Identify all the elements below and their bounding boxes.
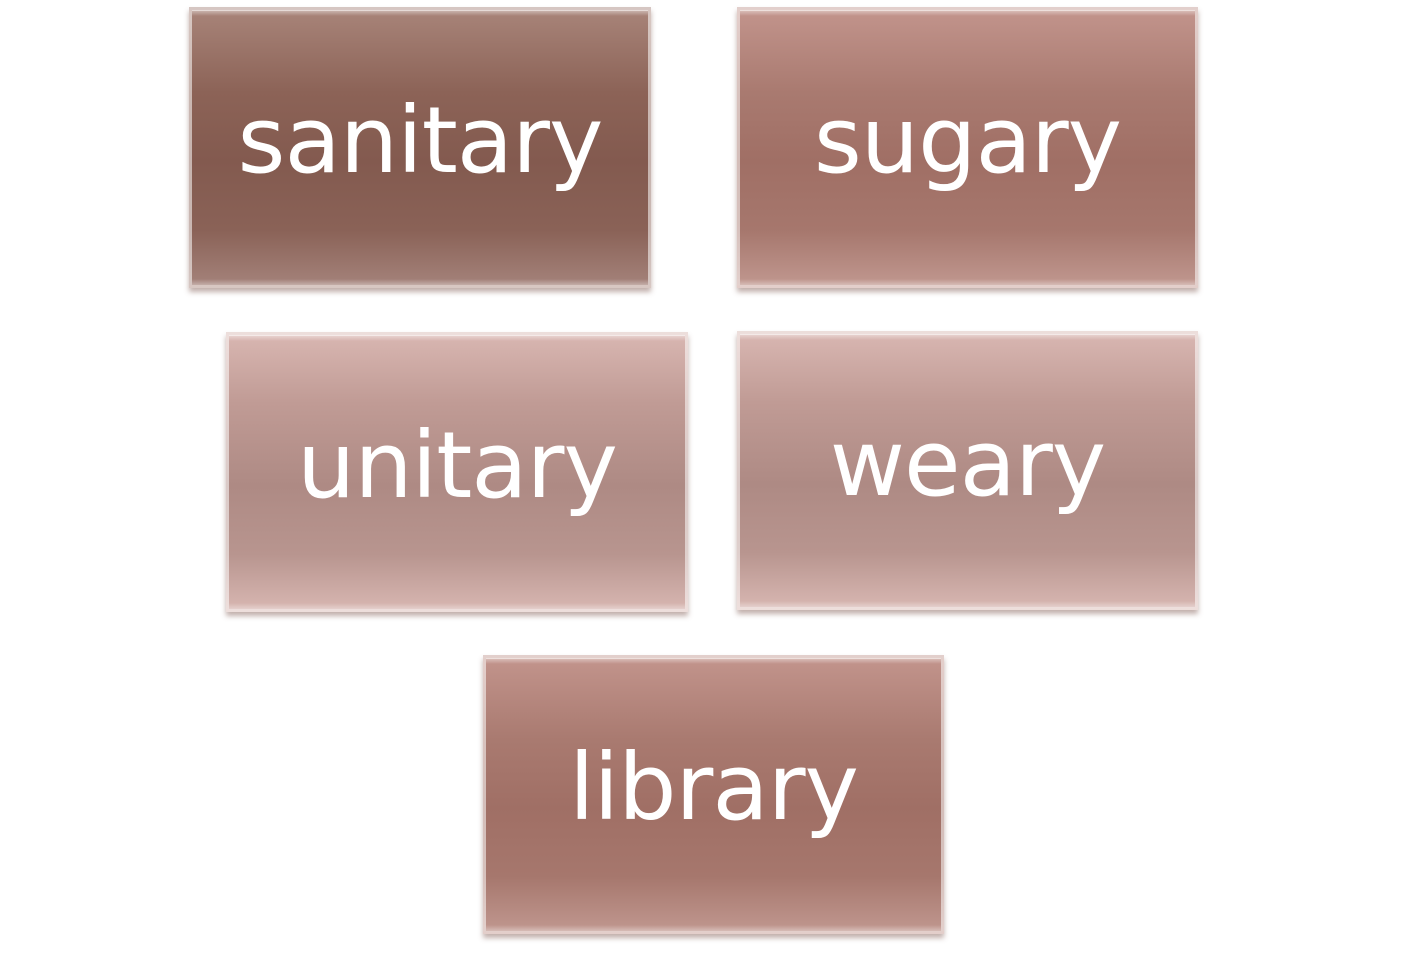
word-tile-sugary: sugary: [737, 7, 1198, 288]
word-tile-label: weary: [829, 410, 1106, 517]
word-tile-label: unitary: [297, 411, 618, 519]
word-tile-weary: weary: [737, 331, 1198, 610]
word-tile-label: sanitary: [237, 87, 604, 194]
word-tile-label: library: [569, 734, 859, 841]
word-tile-label: sugary: [813, 87, 1122, 194]
word-tile-unitary: unitary: [226, 332, 688, 612]
word-tile-sanitary: sanitary: [189, 7, 651, 288]
word-tile-library: library: [483, 655, 944, 934]
